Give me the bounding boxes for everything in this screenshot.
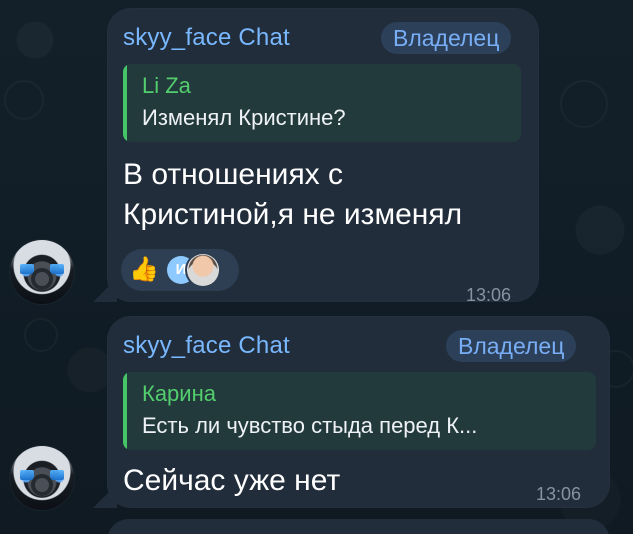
message-time: 13:06 <box>466 285 512 305</box>
background-doodle <box>4 80 44 120</box>
steering-wheel-icon <box>31 268 53 290</box>
reply-text: Изменял Кристине? <box>142 105 346 130</box>
car-screen-icon <box>50 470 64 480</box>
thumbs-up-icon: 👍 <box>129 256 159 283</box>
sender-name[interactable]: skyy_face Chat <box>123 332 290 360</box>
owner-badge: Владелец <box>446 330 577 362</box>
reply-accent-bar <box>123 372 127 450</box>
reply-preview[interactable]: Карина Есть ли чувство стыда перед К... <box>123 372 596 450</box>
car-screen-icon <box>50 264 64 274</box>
message-bubble[interactable]: skyy_face Chat Владелец Li Za Изменял Кр… <box>107 8 539 305</box>
message-time: 13:06 <box>536 484 582 504</box>
reply-author: Карина <box>142 381 216 406</box>
message-text-line: Кристиной,я не изменял <box>123 198 463 231</box>
background-doodle <box>24 318 58 352</box>
reaction-avatars: И <box>167 254 231 286</box>
message-text: Сейчас уже нет <box>123 464 341 497</box>
chat-screen: skyy_face Chat Владелец Li Za Изменял Кр… <box>0 0 633 534</box>
next-message-preview <box>107 519 610 534</box>
reply-text: Есть ли чувство стыда перед К... <box>142 413 478 438</box>
reply-author: Li Za <box>142 73 191 98</box>
owner-badge: Владелец <box>381 22 512 54</box>
sender-avatar[interactable] <box>10 446 74 510</box>
message-bubble[interactable]: skyy_face Chat Владелец Карина Есть ли ч… <box>107 316 610 508</box>
sender-name[interactable]: skyy_face Chat <box>123 24 290 52</box>
message-text-line: В отношениях с <box>123 158 344 191</box>
reply-accent-bar <box>123 64 127 142</box>
reaction-pill[interactable]: 👍 И <box>121 249 239 291</box>
sender-avatar[interactable] <box>10 240 74 304</box>
steering-wheel-icon <box>31 474 53 496</box>
profile-photo-icon <box>187 254 219 286</box>
background-doodle <box>560 80 608 128</box>
reply-preview[interactable]: Li Za Изменял Кристине? <box>123 64 521 142</box>
